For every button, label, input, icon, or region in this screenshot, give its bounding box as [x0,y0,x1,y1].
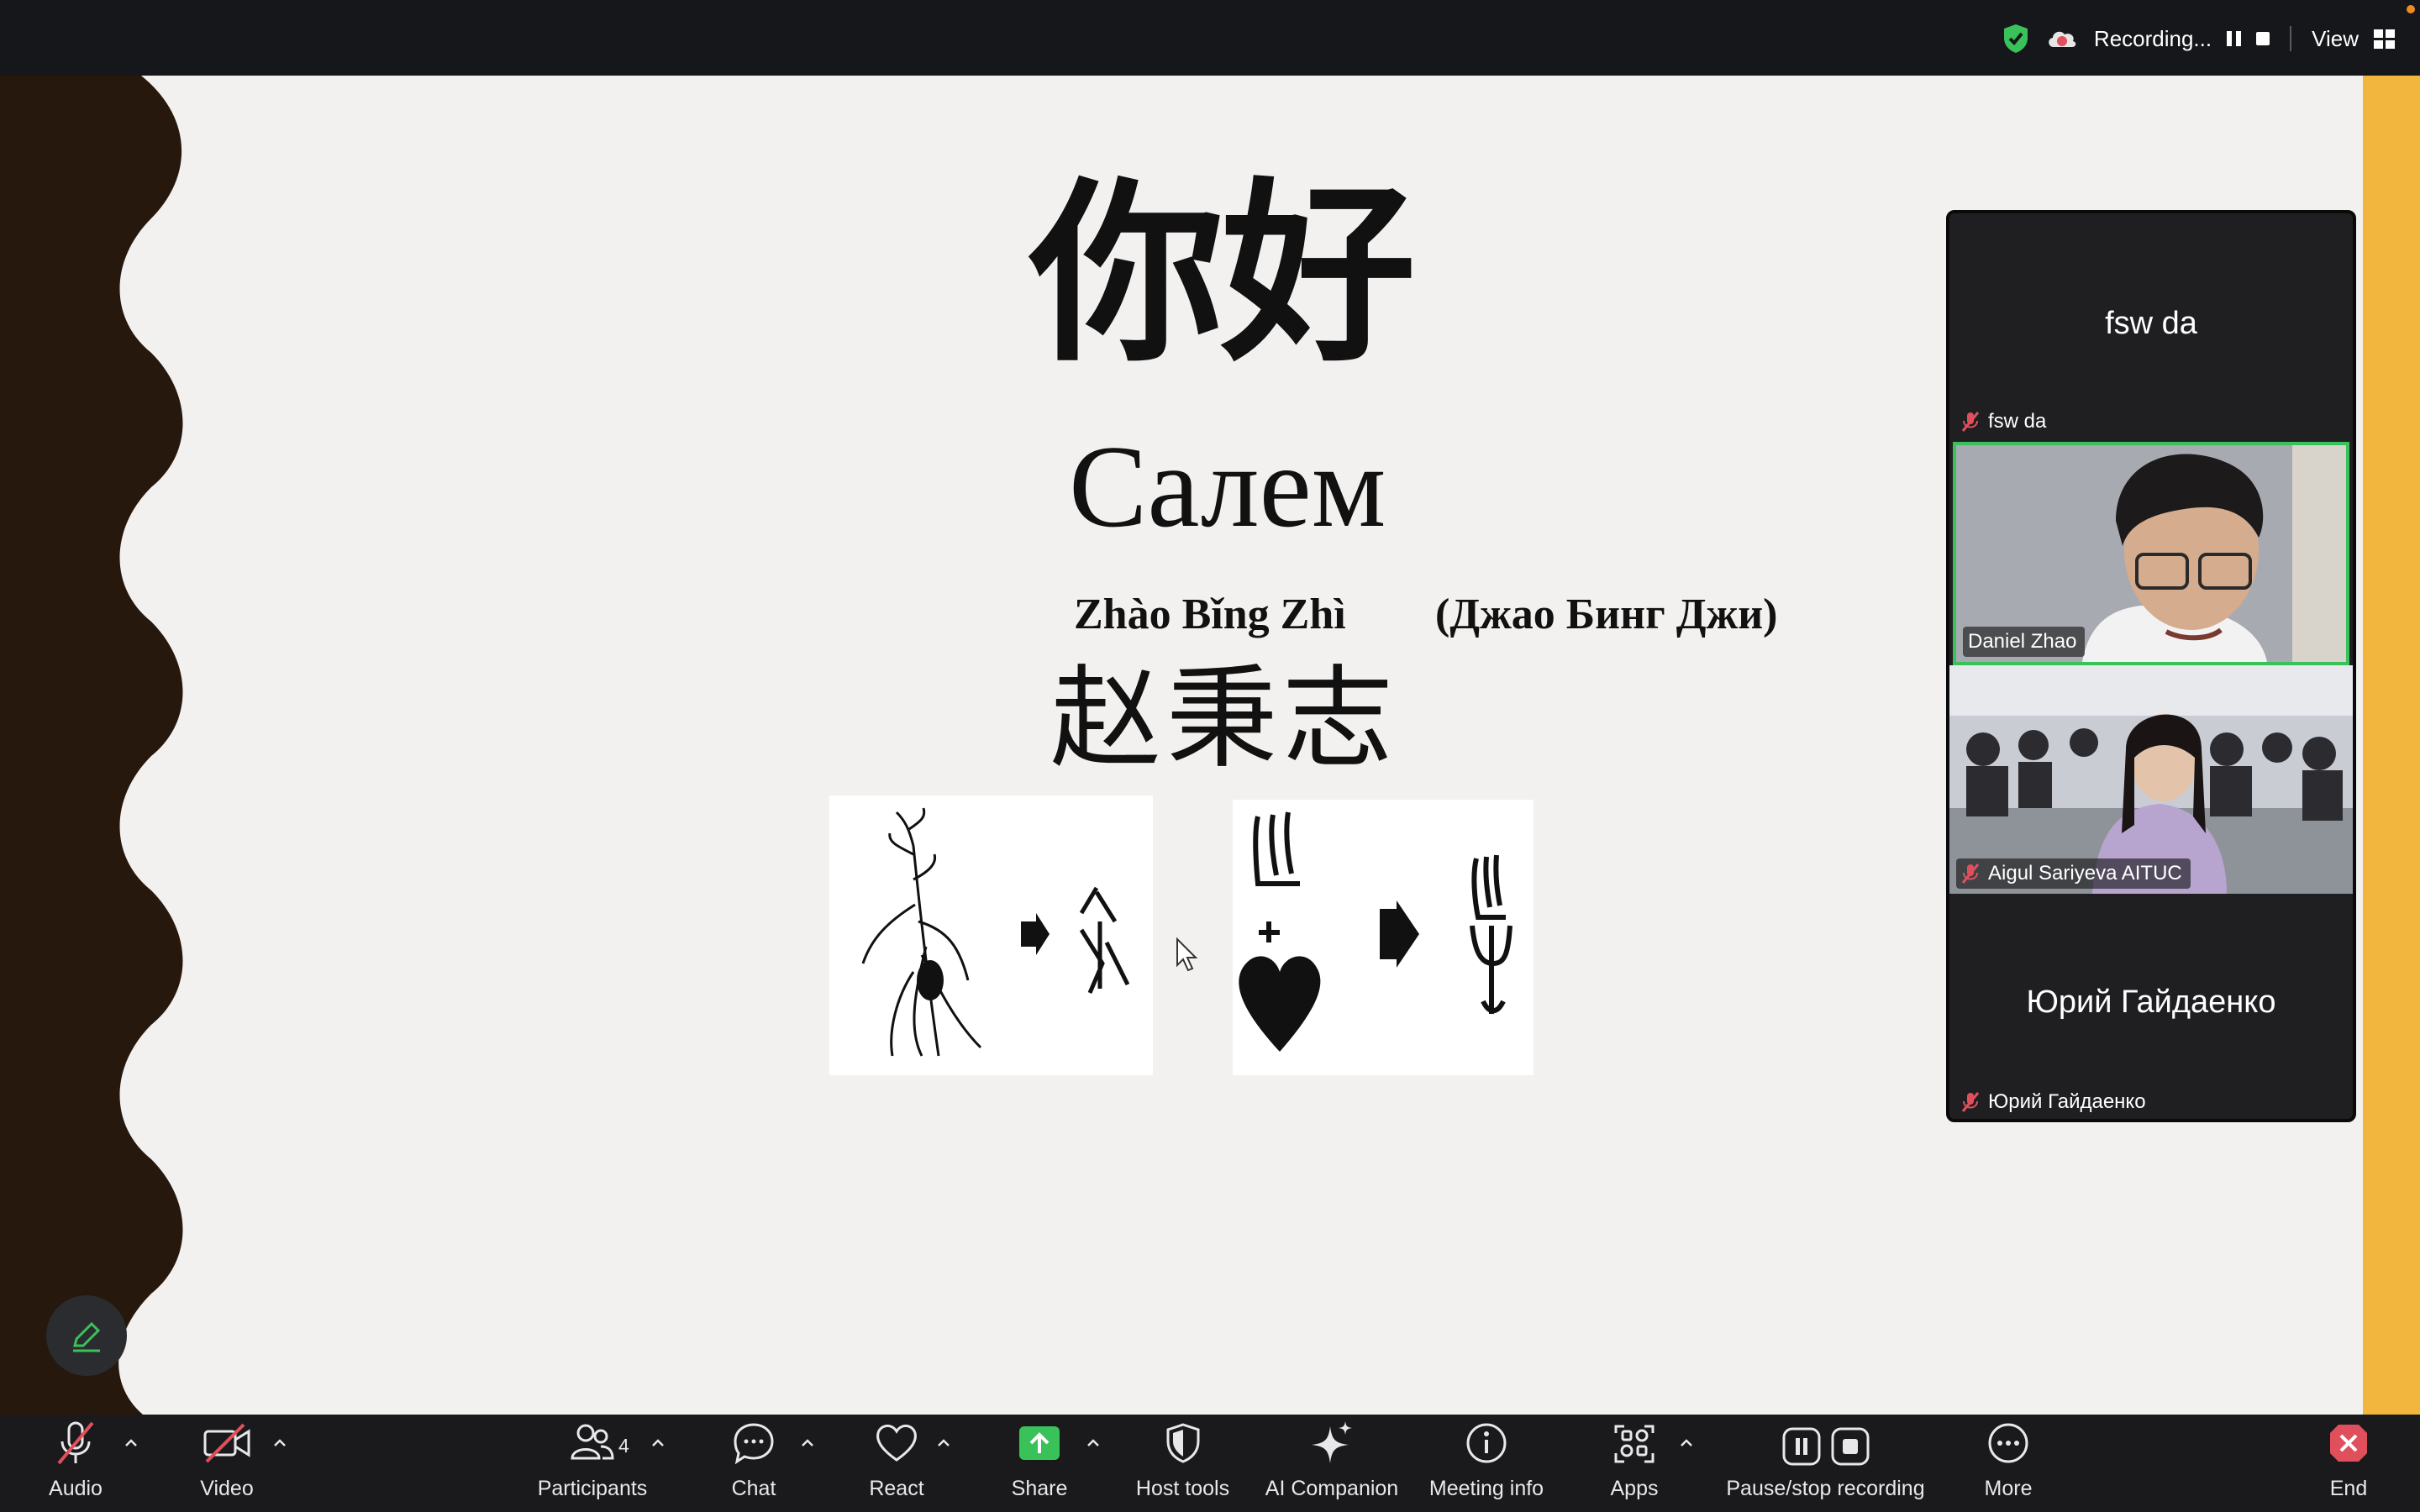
react-label: React [869,1477,924,1500]
ai-companion-button[interactable]: AI Companion [1260,1415,1403,1512]
end-label: End [2329,1477,2368,1500]
slide-heading-kazakh: Салем [1069,422,1386,552]
wheat-character-illustration [829,795,1153,1075]
slide-chinese-name: 赵秉志 [1050,654,1398,784]
meeting-info-label: Meeting info [1428,1477,1544,1500]
participant-label: Aigul Sariyeva AITUC [1956,858,2191,889]
share-options-caret-icon[interactable] [1086,1436,1100,1450]
participant-name: Aigul Sariyeva AITUC [1988,862,2182,885]
more-label: More [1984,1477,2033,1500]
share-screen-icon [1019,1426,1060,1460]
share-label: Share [1011,1477,1068,1500]
host-tools-label: Host tools [1135,1477,1230,1500]
sparkle-icon [1312,1421,1352,1463]
recording-status: Recording... [2093,25,2212,51]
stop-recording-button[interactable] [2256,32,2270,45]
participants-count: 4 [618,1435,629,1457]
participant-name: Daniel Zhao [1968,630,2077,653]
video-thumbnails-panel: fsw da fsw da Daniel Zhao Aigul Sariyeva… [1946,210,2356,1122]
audio-button[interactable]: Audio [34,1415,118,1512]
meeting-top-bar: Recording... View [0,0,2420,76]
pause-stop-recording-label: Pause/stop recording [1726,1477,1925,1500]
divider [2290,26,2292,51]
shared-screen: 你好 Салем Zhào Bǐng Zhì (Джао Бинг Джи) 赵… [0,76,2420,1502]
participant-label: fsw da [1956,407,2054,437]
heart-icon [876,1425,917,1462]
react-button[interactable]: React [857,1415,936,1512]
pause-stop-recording-button[interactable]: Pause/stop recording [1718,1415,1933,1512]
apps-options-caret-icon[interactable] [1680,1436,1693,1450]
host-tools-button[interactable]: Host tools [1130,1415,1235,1512]
cloud-recording-icon [2049,31,2076,47]
participant-tile-yuri-gaidaenko[interactable]: Юрий Гайдаенко Юрий Гайдаенко [1949,894,2353,1119]
video-off-icon [203,1423,250,1463]
audio-label: Audio [49,1477,103,1500]
chat-icon [734,1423,774,1465]
mic-muted-icon [57,1421,94,1465]
participants-options-caret-icon[interactable] [651,1436,665,1450]
participants-icon [571,1424,614,1460]
audio-options-caret-icon[interactable] [124,1436,138,1450]
view-button[interactable]: View [2312,26,2359,52]
pencil-icon [73,1321,101,1352]
notification-dot [2407,5,2415,13]
slide-pinyin-text: Zhào Bǐng Zhì [1074,591,1346,638]
participant-display-name: fsw da [2105,306,2197,341]
annotate-pencil-button[interactable] [46,1295,127,1376]
pause-recording-icon [1782,1427,1820,1466]
participants-button[interactable]: Participants [529,1415,655,1512]
chat-button[interactable]: Chat [718,1415,789,1512]
participant-tile-aigul-sariyeva[interactable]: Aigul Sariyeva AITUC [1949,665,2353,894]
apps-label: Apps [1610,1477,1659,1500]
mic-muted-icon [1961,1092,1980,1112]
meeting-controls-toolbar: Audio Video Participants 4 Chat React Sh… [0,1415,2420,1512]
apps-button[interactable]: Apps [1597,1415,1672,1512]
chat-options-caret-icon[interactable] [801,1436,814,1450]
participant-name: Юрий Гайдаенко [1988,1090,2146,1113]
react-options-caret-icon[interactable] [937,1436,950,1450]
slide-russian-text: (Джао Бинг Джи) [1435,591,1778,638]
mic-muted-icon [1961,412,1980,432]
stop-recording-icon [1831,1427,1869,1466]
end-meeting-icon [2330,1425,2367,1462]
gallery-view-icon[interactable] [2374,29,2395,49]
participant-label: Юрий Гайдаенко [1956,1087,2154,1117]
slide-wave-decoration [0,76,183,1415]
end-meeting-button[interactable]: End [2319,1415,2378,1512]
participant-label: Daniel Zhao [1963,627,2086,657]
video-button[interactable]: Video [185,1415,269,1512]
video-label: Video [200,1477,254,1500]
apps-icon [1614,1425,1655,1463]
ai-companion-label: AI Companion [1265,1477,1399,1500]
screen-edge-strip [2363,76,2420,1415]
participants-label: Participants [537,1477,648,1500]
heart-character-illustration [1233,800,1534,1075]
meeting-info-button[interactable]: Meeting info [1423,1415,1549,1512]
more-button[interactable]: More [1975,1415,2042,1512]
mic-muted-icon [1961,864,1980,884]
participant-tile-fsw-da[interactable]: fsw da fsw da [1949,213,2353,442]
participant-tile-daniel-zhao[interactable]: Daniel Zhao [1953,442,2349,665]
more-icon [1988,1423,2028,1463]
share-button[interactable]: Share [1000,1415,1079,1512]
mouse-cursor-icon [1176,937,1198,972]
pause-recording-button[interactable] [2227,31,2242,46]
encryption-shield-icon[interactable] [2002,23,2030,55]
participant-name: fsw da [1988,410,2047,433]
info-icon [1466,1423,1507,1463]
slide-heading-chinese: 你好 [1029,159,1416,388]
chat-label: Chat [731,1477,776,1500]
shield-icon [1166,1423,1199,1463]
video-options-caret-icon[interactable] [273,1436,287,1450]
participant-display-name: Юрий Гайдаенко [2026,984,2276,1020]
